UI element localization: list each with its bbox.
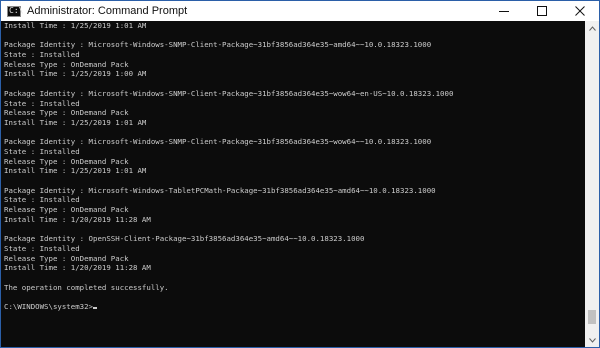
text-cursor <box>93 306 97 309</box>
vertical-scrollbar[interactable] <box>585 21 599 347</box>
scroll-up-button[interactable] <box>585 21 599 35</box>
console-line: Release Type : OnDemand Pack <box>4 205 129 215</box>
console-line: Release Type : OnDemand Pack <box>4 108 129 118</box>
console-line: Package Identity : OpenSSH-Client-Packag… <box>4 234 365 244</box>
close-button[interactable] <box>561 1 599 21</box>
console-line: Package Identity : Microsoft-Windows-SNM… <box>4 88 454 98</box>
window-controls <box>485 1 599 21</box>
command-prompt-window: C:\ Administrator: Command Prompt Instal… <box>0 0 600 348</box>
console-text[interactable]: Install Time : 1/25/2019 1:01 AM Package … <box>1 21 585 312</box>
console-line: Install Time : 1/25/2019 1:01 AM <box>4 21 147 30</box>
console-line: Package Identity : Microsoft-Windows-SNM… <box>4 137 432 147</box>
cmd-prompt-icon[interactable]: C:\ <box>7 5 23 17</box>
console-line: Release Type : OnDemand Pack <box>4 253 129 263</box>
maximize-icon <box>537 6 547 16</box>
console-line: The operation completed successfully. <box>4 282 169 292</box>
console-line: Release Type : OnDemand Pack <box>4 156 129 166</box>
console-line: State : Installed <box>4 50 80 60</box>
console-line: Release Type : OnDemand Pack <box>4 59 129 69</box>
console-line: Package Identity : Microsoft-Windows-SNM… <box>4 40 432 50</box>
scroll-up-arrow-icon <box>588 25 596 31</box>
console-line: Package Identity : Microsoft-Windows-Tab… <box>4 185 436 195</box>
minimize-button[interactable] <box>485 1 523 21</box>
scroll-down-button[interactable] <box>585 333 599 347</box>
console-line: State : Installed <box>4 195 80 205</box>
scrollbar-thumb[interactable] <box>588 309 596 325</box>
console-line: State : Installed <box>4 243 80 253</box>
scroll-down-arrow-icon <box>588 337 596 343</box>
console-line: State : Installed <box>4 146 80 156</box>
console-line: Install Time : 1/20/2019 11:28 AM <box>4 263 151 273</box>
window-title: Administrator: Command Prompt <box>27 5 188 17</box>
console-line: C:\WINDOWS\system32> <box>4 302 585 312</box>
console-line: Install Time : 1/25/2019 1:01 AM <box>4 166 147 176</box>
console-line: Install Time : 1/20/2019 11:28 AM <box>4 214 151 224</box>
console-line: State : Installed <box>4 98 80 108</box>
console-line: Install Time : 1/25/2019 1:01 AM <box>4 117 147 127</box>
minimize-icon <box>499 11 509 12</box>
close-icon <box>575 6 585 16</box>
console-line: Install Time : 1/25/2019 1:00 AM <box>4 69 147 79</box>
title-bar[interactable]: C:\ Administrator: Command Prompt <box>1 1 599 21</box>
maximize-button[interactable] <box>523 1 561 21</box>
console-output-area[interactable]: Install Time : 1/25/2019 1:01 AM Package … <box>1 21 585 347</box>
